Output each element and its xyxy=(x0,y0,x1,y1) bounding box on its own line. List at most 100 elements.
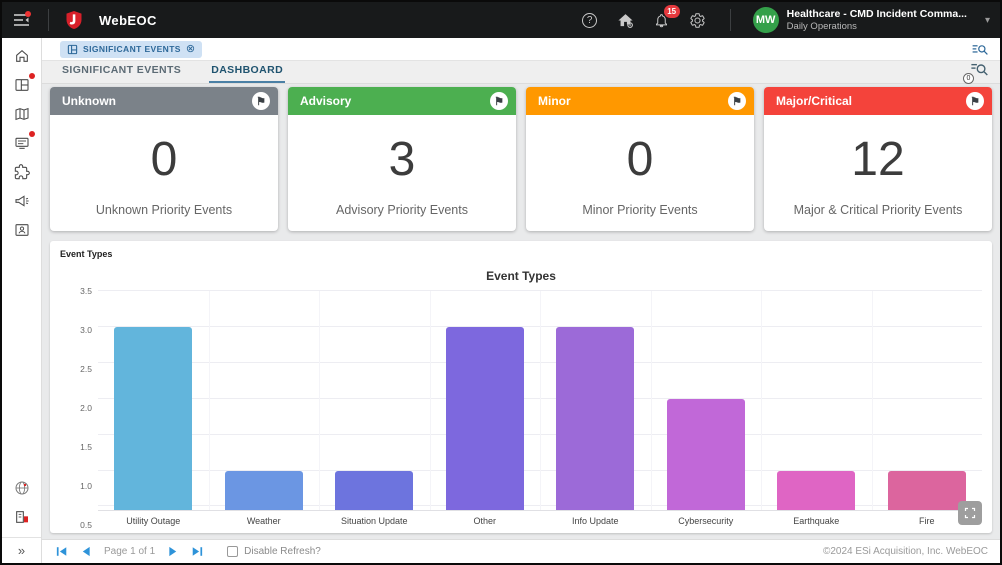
card-label: Advisory Priority Events xyxy=(288,203,516,231)
card-unknown[interactable]: Unknown ⚑ 0 Unknown Priority Events xyxy=(50,87,278,231)
menu-alert-dot xyxy=(25,11,31,17)
chevron-down-icon: ▾ xyxy=(985,15,990,26)
app-window: WebEOC ? 15 MW Healthcare - CMD Incident… xyxy=(0,0,1002,565)
gridline xyxy=(540,291,541,510)
flag-icon[interactable]: ⚑ xyxy=(490,92,508,110)
board-chip-significant-events[interactable]: SIGNIFICANT EVENTS ⊗ xyxy=(60,41,202,58)
card-value: 3 xyxy=(288,115,516,203)
priority-cards-row: Unknown ⚑ 0 Unknown Priority Events Advi… xyxy=(50,87,992,231)
y-tick-label: 0.5 xyxy=(80,520,92,530)
y-tick-label: 1.5 xyxy=(80,442,92,452)
y-tick-label: 3.0 xyxy=(80,325,92,335)
help-icon[interactable]: ? xyxy=(580,10,600,30)
chart-title: Event Types xyxy=(60,269,982,283)
bar-fire[interactable] xyxy=(888,471,966,510)
x-tick-label: Weather xyxy=(209,511,320,529)
card-value: 0 xyxy=(526,115,754,203)
bar-cybersecurity[interactable] xyxy=(667,399,745,510)
event-types-panel: Event Types Event Types 0.51.01.52.02.53… xyxy=(50,241,992,533)
bar-info-update[interactable] xyxy=(556,327,634,510)
left-sidebar: » xyxy=(2,38,42,563)
sidebar-item-home[interactable] xyxy=(12,47,32,64)
flag-icon[interactable]: ⚑ xyxy=(728,92,746,110)
sidebar-item-broadcast[interactable] xyxy=(12,192,32,209)
card-label: Unknown Priority Events xyxy=(50,203,278,231)
y-tick-label: 2.5 xyxy=(80,364,92,374)
flag-icon[interactable]: ⚑ xyxy=(966,92,984,110)
notification-count-badge: 15 xyxy=(664,5,680,18)
avatar: MW xyxy=(753,7,779,33)
tab-significant-events[interactable]: SIGNIFICANT EVENTS xyxy=(60,64,183,83)
card-title: Advisory xyxy=(300,94,351,108)
card-title: Major/Critical xyxy=(776,94,852,108)
x-tick-label: Earthquake xyxy=(761,511,872,529)
bar-earthquake[interactable] xyxy=(777,471,855,510)
card-minor[interactable]: Minor ⚑ 0 Minor Priority Events xyxy=(526,87,754,231)
sidebar-expand-chevrons[interactable]: » xyxy=(2,537,41,563)
gridline xyxy=(319,291,320,510)
fullscreen-icon xyxy=(964,507,976,519)
disable-refresh-checkbox[interactable] xyxy=(227,546,238,557)
x-tick-label: Cybersecurity xyxy=(651,511,762,529)
sidebar-item-maps[interactable] xyxy=(12,105,32,122)
bar-other[interactable] xyxy=(446,327,524,510)
view-tabs: SIGNIFICANT EVENTS DASHBOARD 0 xyxy=(42,60,1000,84)
divider xyxy=(48,9,49,31)
x-tick-label: Situation Update xyxy=(319,511,430,529)
gridline xyxy=(872,291,873,510)
filter-search-icon[interactable] xyxy=(972,43,988,56)
x-tick-label: Utility Outage xyxy=(98,511,209,529)
card-title: Minor xyxy=(538,94,571,108)
sidebar-item-message-boards[interactable] xyxy=(12,134,32,151)
panel-header: Event Types xyxy=(60,249,982,259)
chip-close-icon[interactable]: ⊗ xyxy=(186,44,195,55)
alert-dot xyxy=(29,73,35,79)
org-name: Healthcare - CMD Incident Comma... xyxy=(787,8,967,21)
sidebar-item-contacts[interactable] xyxy=(12,221,32,238)
sidebar-item-boards[interactable] xyxy=(12,76,32,93)
board-icon xyxy=(67,44,78,55)
incident-name: Daily Operations xyxy=(787,21,967,33)
settings-gear-icon[interactable] xyxy=(688,10,708,30)
sidebar-item-web-links[interactable] xyxy=(12,479,32,496)
gridline xyxy=(651,291,652,510)
bar-situation-update[interactable] xyxy=(335,471,413,510)
card-title: Unknown xyxy=(62,94,116,108)
card-major-critical[interactable]: Major/Critical ⚑ 12 Major & Critical Pri… xyxy=(764,87,992,231)
gridline xyxy=(430,291,431,510)
notifications-bell-icon[interactable]: 15 xyxy=(652,10,672,30)
previous-page-button[interactable] xyxy=(78,545,94,559)
copyright-text: ©2024 ESi Acquisition, Inc. WebEOC xyxy=(823,546,988,557)
next-page-button[interactable] xyxy=(165,545,181,559)
card-label: Major & Critical Priority Events xyxy=(764,203,992,231)
card-advisory[interactable]: Advisory ⚑ 3 Advisory Priority Events xyxy=(288,87,516,231)
y-tick-label: 3.5 xyxy=(80,286,92,296)
first-page-button[interactable] xyxy=(54,545,70,559)
app-title: WebEOC xyxy=(99,13,157,28)
page-indicator: Page 1 of 1 xyxy=(104,546,155,557)
divider xyxy=(730,9,731,31)
card-value: 0 xyxy=(50,115,278,203)
record-search-button[interactable]: 0 xyxy=(970,62,988,83)
x-axis-labels: Utility OutageWeatherSituation UpdateOth… xyxy=(98,511,982,529)
home-settings-icon[interactable] xyxy=(616,10,636,30)
bar-weather[interactable] xyxy=(225,471,303,510)
top-bar: WebEOC ? 15 MW Healthcare - CMD Incident… xyxy=(2,2,1000,38)
card-label: Minor Priority Events xyxy=(526,203,754,231)
bar-utility-outage[interactable] xyxy=(114,327,192,510)
sidebar-item-organization[interactable] xyxy=(12,508,32,525)
disable-refresh-label: Disable Refresh? xyxy=(244,546,321,557)
user-menu[interactable]: MW Healthcare - CMD Incident Comma... Da… xyxy=(753,7,990,33)
x-tick-label: Other xyxy=(430,511,541,529)
chart-fullscreen-button[interactable] xyxy=(958,501,982,525)
card-value: 12 xyxy=(764,115,992,203)
board-chip-bar: SIGNIFICANT EVENTS ⊗ xyxy=(42,38,1000,60)
flag-icon[interactable]: ⚑ xyxy=(252,92,270,110)
tab-dashboard[interactable]: DASHBOARD xyxy=(209,64,285,83)
dashboard-content: Unknown ⚑ 0 Unknown Priority Events Advi… xyxy=(42,84,1000,539)
last-page-button[interactable] xyxy=(189,545,205,559)
gridline xyxy=(209,291,210,510)
menu-toggle-icon[interactable] xyxy=(10,9,32,31)
chip-label: SIGNIFICANT EVENTS xyxy=(83,44,181,54)
sidebar-item-plugins[interactable] xyxy=(12,163,32,180)
